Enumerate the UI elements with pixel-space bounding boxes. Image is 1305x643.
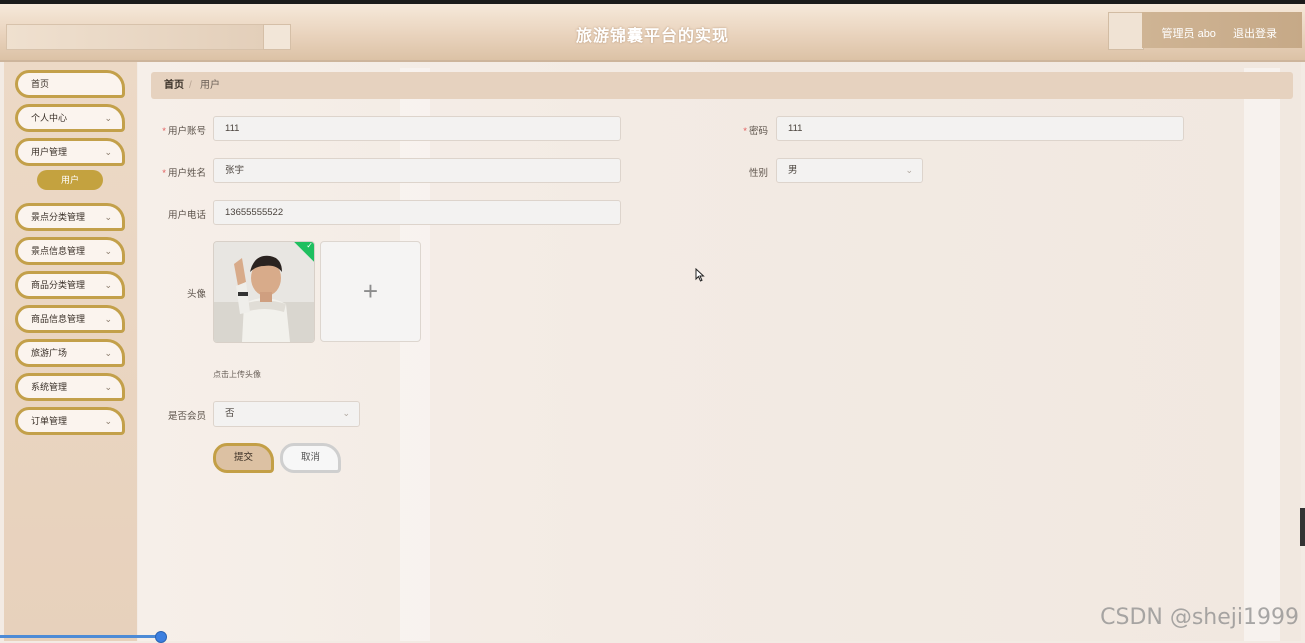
sidebar-item-label: 商品分类管理 [31,280,86,290]
gender-select[interactable]: 男 ⌄ [776,158,923,183]
sidebar-item-label: 系统管理 [31,382,68,392]
chevron-down-icon: ⌄ [104,416,112,426]
check-icon: ✓ [306,241,314,250]
sidebar-item-label: 订单管理 [31,416,68,426]
header-user-area: 管理员 abo 退出登录 [1148,25,1277,41]
phone-field[interactable]: 13655555522 [213,200,621,225]
sidebar-item-label: 商品信息管理 [31,314,86,324]
breadcrumb-separator: / [189,80,192,91]
phone-label: 用户电话 [167,210,206,221]
gender-label: 性别 [748,168,768,179]
member-select[interactable]: 否 ⌄ [213,401,360,427]
top-header: 旅游锦囊平台的实现 管理员 abo 退出登录 [0,4,1305,62]
avatar-upload-button[interactable]: + [320,241,421,342]
logout-link[interactable]: 退出登录 [1233,28,1277,40]
sidebar-item-product-info[interactable]: 商品信息管理 ⌄ [15,305,125,333]
avatar-photo [214,242,314,342]
sidebar-item-personal-center[interactable]: 个人中心 ⌄ [15,104,125,132]
password-label: * 密码 [710,123,768,137]
sidebar-subitem-user[interactable]: 用户 [37,170,103,190]
gender-select-value: 男 [788,165,798,176]
sidebar-item-label: 景点信息管理 [31,246,86,256]
sidebar-item-label: 景点分类管理 [31,212,86,222]
plus-icon: + [362,276,379,306]
sidebar-item-home[interactable]: 首页 [15,70,125,98]
account-field[interactable]: 111 [213,116,621,141]
chevron-down-icon: ⌄ [905,165,913,175]
sidebar-item-user-management[interactable]: 用户管理 ⌄ [15,138,125,166]
avatar-image[interactable]: ✓ [213,241,315,343]
sidebar-item-label: 旅游广场 [31,348,68,358]
app-title: 旅游锦囊平台的实现 [575,28,729,45]
sidebar-item-label: 用户管理 [31,147,68,157]
sidebar-item-order-management[interactable]: 订单管理 ⌄ [15,407,125,435]
breadcrumb-home[interactable]: 首页 [164,72,184,99]
name-field[interactable]: 张宇 [213,158,621,183]
sidebar-item-scenic-info[interactable]: 景点信息管理 ⌄ [15,237,125,265]
mouse-cursor-icon [695,268,705,282]
cancel-button[interactable]: 取消 [280,443,341,473]
chevron-down-icon: ⌄ [342,408,350,418]
chevron-down-icon: ⌄ [104,280,112,290]
background-decoration [400,68,430,641]
name-label-text: 用户姓名 [167,168,206,179]
scrollbar-thumb[interactable] [1300,508,1305,546]
upload-hint: 点击上传头像 [213,370,261,379]
required-mark: * [743,126,747,137]
sidebar-item-travel-square[interactable]: 旅游广场 ⌄ [15,339,125,367]
chevron-down-icon: ⌄ [104,382,112,392]
chevron-down-icon: ⌄ [104,147,112,157]
sidebar-item-system-management[interactable]: 系统管理 ⌄ [15,373,125,401]
account-label-text: 用户账号 [167,126,206,137]
required-mark: * [162,126,166,137]
chevron-down-icon: ⌄ [104,246,112,256]
sidebar: 首页 个人中心 ⌄ 用户管理 ⌄ 用户 景点分类管理 ⌄ 景点信息管理 ⌄ 商品… [4,62,137,641]
member-select-value: 否 [225,408,235,419]
sidebar-item-scenic-category[interactable]: 景点分类管理 ⌄ [15,203,125,231]
chevron-down-icon: ⌄ [104,348,112,358]
background-decoration [1244,68,1280,641]
chevron-down-icon: ⌄ [104,212,112,222]
chevron-down-icon: ⌄ [104,314,112,324]
sidebar-item-label: 首页 [31,79,50,89]
progress-bar [0,635,160,638]
watermark: CSDN @sheji1999 [1100,605,1299,630]
submit-button[interactable]: 提交 [213,443,274,473]
account-label: * 用户账号 [150,123,206,137]
required-mark: * [162,168,166,179]
breadcrumb-current: 用户 [200,80,220,91]
sidebar-item-product-category[interactable]: 商品分类管理 ⌄ [15,271,125,299]
password-label-text: 密码 [748,126,768,137]
sidebar-item-label: 个人中心 [31,113,68,123]
breadcrumb: 首页 / 用户 [151,72,1293,99]
avatar-label: 头像 [186,289,206,300]
member-label: 是否会员 [167,411,206,422]
main-content [138,62,1301,641]
chevron-down-icon: ⌄ [104,113,112,123]
name-label: * 用户姓名 [150,165,206,179]
progress-handle[interactable] [155,631,167,643]
current-user-label: 管理员 abo [1161,28,1216,40]
password-field[interactable]: 111 [776,116,1184,141]
